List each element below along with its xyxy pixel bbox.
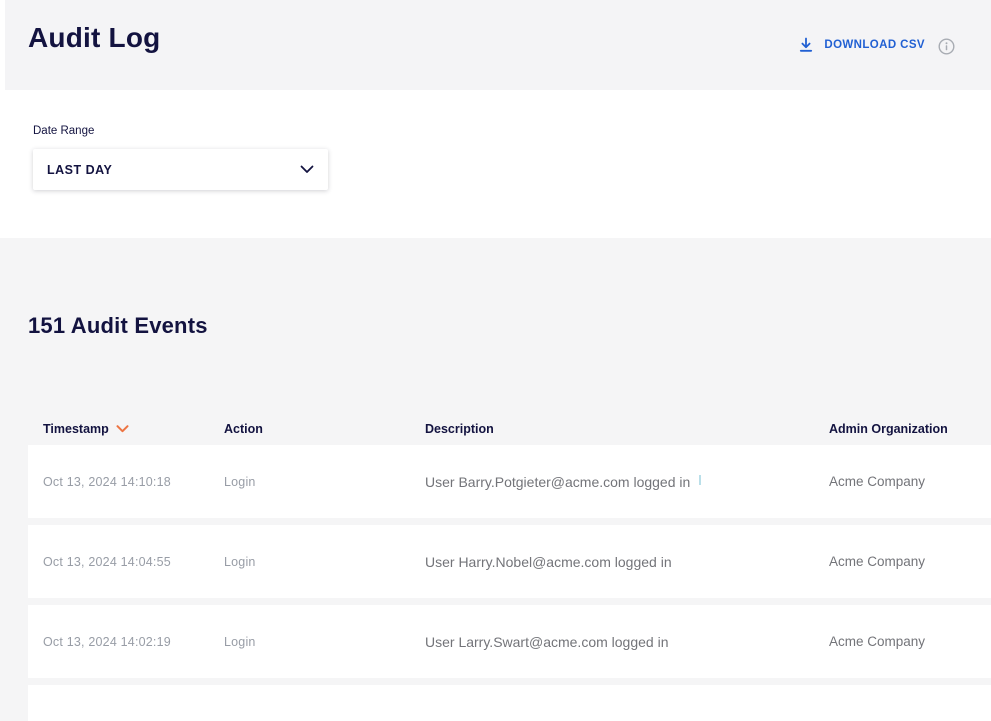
cell-timestamp: Oct 13, 2024 14:04:55 bbox=[43, 555, 224, 569]
cell-description: User Harry.Nobel@acme.com logged in bbox=[425, 554, 829, 570]
download-csv-button[interactable]: DOWNLOAD CSV bbox=[798, 37, 925, 53]
cell-action: Login bbox=[224, 475, 425, 489]
cell-timestamp: Oct 13, 2024 14:10:18 bbox=[43, 475, 224, 489]
download-csv-label: DOWNLOAD CSV bbox=[824, 39, 925, 51]
table-row-partial bbox=[28, 685, 991, 721]
audit-log-page: Audit Log DOWNLOAD CSV Date Range LAST D… bbox=[0, 0, 991, 721]
chevron-down-icon bbox=[300, 165, 314, 174]
info-icon[interactable] bbox=[938, 38, 955, 55]
download-icon bbox=[798, 37, 814, 53]
table-row: Oct 13, 2024 14:10:18 Login User Barry.P… bbox=[28, 445, 991, 518]
date-range-label: Date Range bbox=[33, 125, 94, 137]
cell-description: User Barry.Potgieter@acme.com logged in bbox=[425, 474, 829, 490]
column-header-timestamp[interactable]: Timestamp bbox=[43, 422, 224, 436]
cell-action: Login bbox=[224, 555, 425, 569]
cell-admin-organization: Acme Company bbox=[829, 554, 991, 569]
cell-timestamp: Oct 13, 2024 14:02:19 bbox=[43, 635, 224, 649]
page-title: Audit Log bbox=[28, 22, 160, 54]
table-row: Oct 13, 2024 14:04:55 Login User Harry.N… bbox=[28, 525, 991, 598]
audit-events-section: 151 Audit Events Timestamp Action Descri… bbox=[0, 238, 991, 721]
column-header-admin-organization: Admin Organization bbox=[829, 422, 991, 436]
table-header-row: Timestamp Action Description Admin Organ… bbox=[28, 420, 991, 438]
column-header-description: Description bbox=[425, 422, 829, 436]
page-header: Audit Log DOWNLOAD CSV bbox=[5, 0, 991, 90]
text-cursor-artifact bbox=[699, 475, 701, 485]
date-range-value: LAST DAY bbox=[47, 163, 112, 177]
filter-section: Date Range LAST DAY bbox=[0, 90, 991, 238]
date-range-select[interactable]: LAST DAY bbox=[33, 149, 328, 190]
sort-desc-icon bbox=[116, 425, 129, 433]
cell-admin-organization: Acme Company bbox=[829, 634, 991, 649]
audit-events-heading: 151 Audit Events bbox=[28, 238, 991, 339]
table-row: Oct 13, 2024 14:02:19 Login User Larry.S… bbox=[28, 605, 991, 678]
cell-admin-organization: Acme Company bbox=[829, 474, 991, 489]
cell-action: Login bbox=[224, 635, 425, 649]
cell-description: User Larry.Swart@acme.com logged in bbox=[425, 634, 829, 650]
column-header-action: Action bbox=[224, 422, 425, 436]
